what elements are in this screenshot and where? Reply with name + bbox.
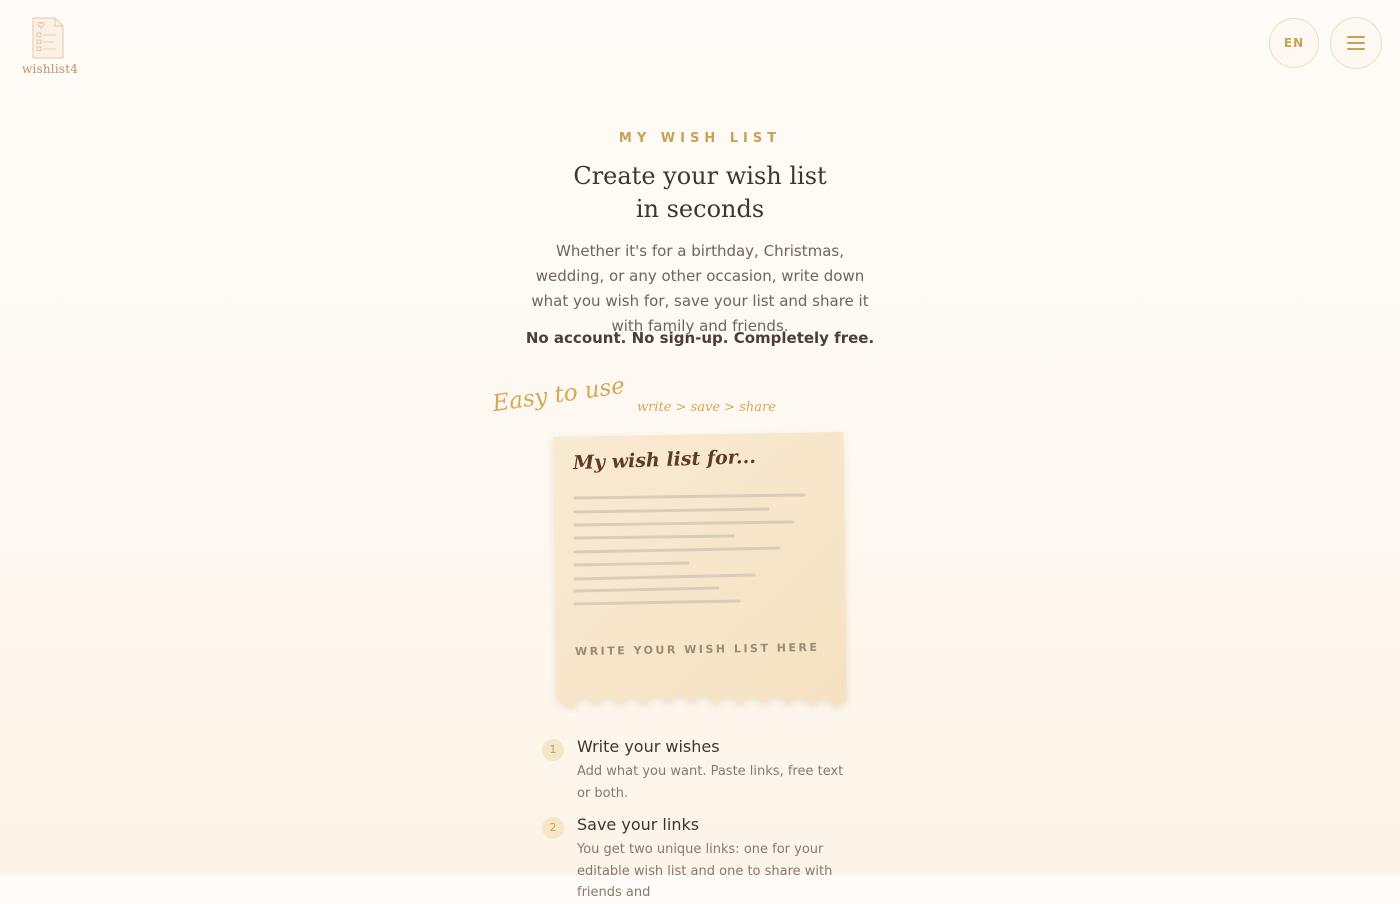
easy-to-use-label: Easy to use [490, 372, 627, 418]
wishlist-document-icon [32, 17, 64, 59]
step-title: Save your links [577, 815, 700, 834]
step-number: 2 [542, 817, 564, 839]
hero-description: Whether it's for a birthday, Christmas, … [531, 242, 869, 335]
menu-button[interactable] [1330, 17, 1382, 69]
hamburger-menu-icon [1347, 36, 1365, 50]
flow-hint: write > save > share [637, 400, 776, 415]
section-kicker: MY WISH LIST [618, 131, 782, 146]
step-description: Add what you want. Paste links, free tex… [577, 764, 844, 801]
logo[interactable]: wishlist4 [22, 16, 79, 76]
step-description: You get two unique links: one for your e… [577, 842, 833, 900]
logo-text: wishlist4 [22, 62, 79, 76]
page-title: Create your wish list in seconds [573, 162, 827, 223]
step-title: Write your wishes [577, 737, 720, 756]
free-note: No account. No sign-up. Completely free. [525, 329, 875, 347]
step-number: 1 [542, 739, 564, 761]
language-label: EN [1283, 36, 1305, 50]
language-button[interactable]: EN [1269, 18, 1319, 68]
